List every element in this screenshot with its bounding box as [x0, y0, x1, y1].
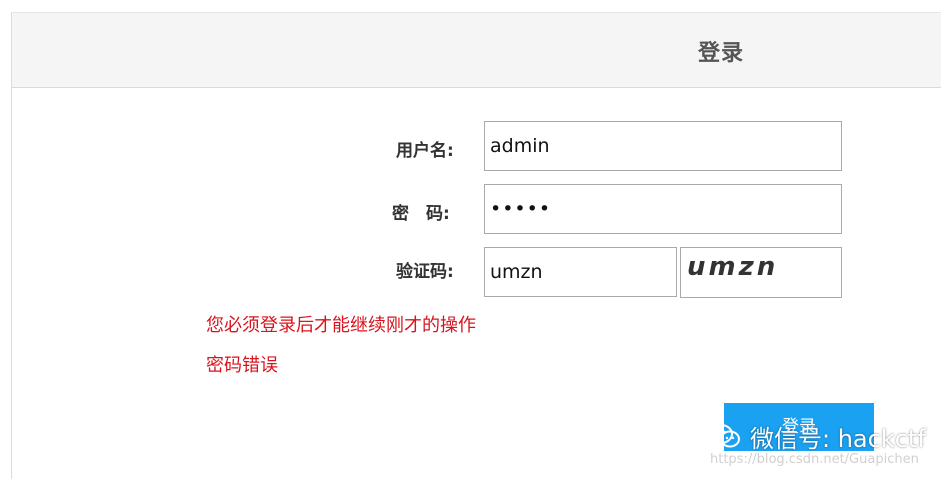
- password-error-message: 密码错误: [206, 355, 278, 376]
- username-label: 用户名:: [396, 141, 454, 161]
- captcha-field[interactable]: umzn: [484, 247, 677, 297]
- username-field[interactable]: admin: [484, 121, 842, 171]
- page-title: 登录: [698, 41, 745, 66]
- wechat-watermark: 微信号: hackctf: [708, 421, 926, 453]
- panel-header: 登录: [12, 13, 941, 88]
- wechat-id-text: 微信号: hackctf: [750, 424, 926, 453]
- wechat-icon: [709, 424, 740, 448]
- captcha-image-text: umzn: [687, 252, 779, 282]
- captcha-image[interactable]: umzn: [680, 247, 842, 298]
- csdn-url-watermark: https://blog.csdn.net/Guapichen: [710, 452, 919, 467]
- captcha-label: 验证码:: [396, 262, 454, 282]
- password-label: 密 码:: [392, 204, 450, 224]
- password-field[interactable]: •••••: [484, 184, 842, 234]
- login-required-message: 您必须登录后才能继续刚才的操作: [206, 315, 476, 336]
